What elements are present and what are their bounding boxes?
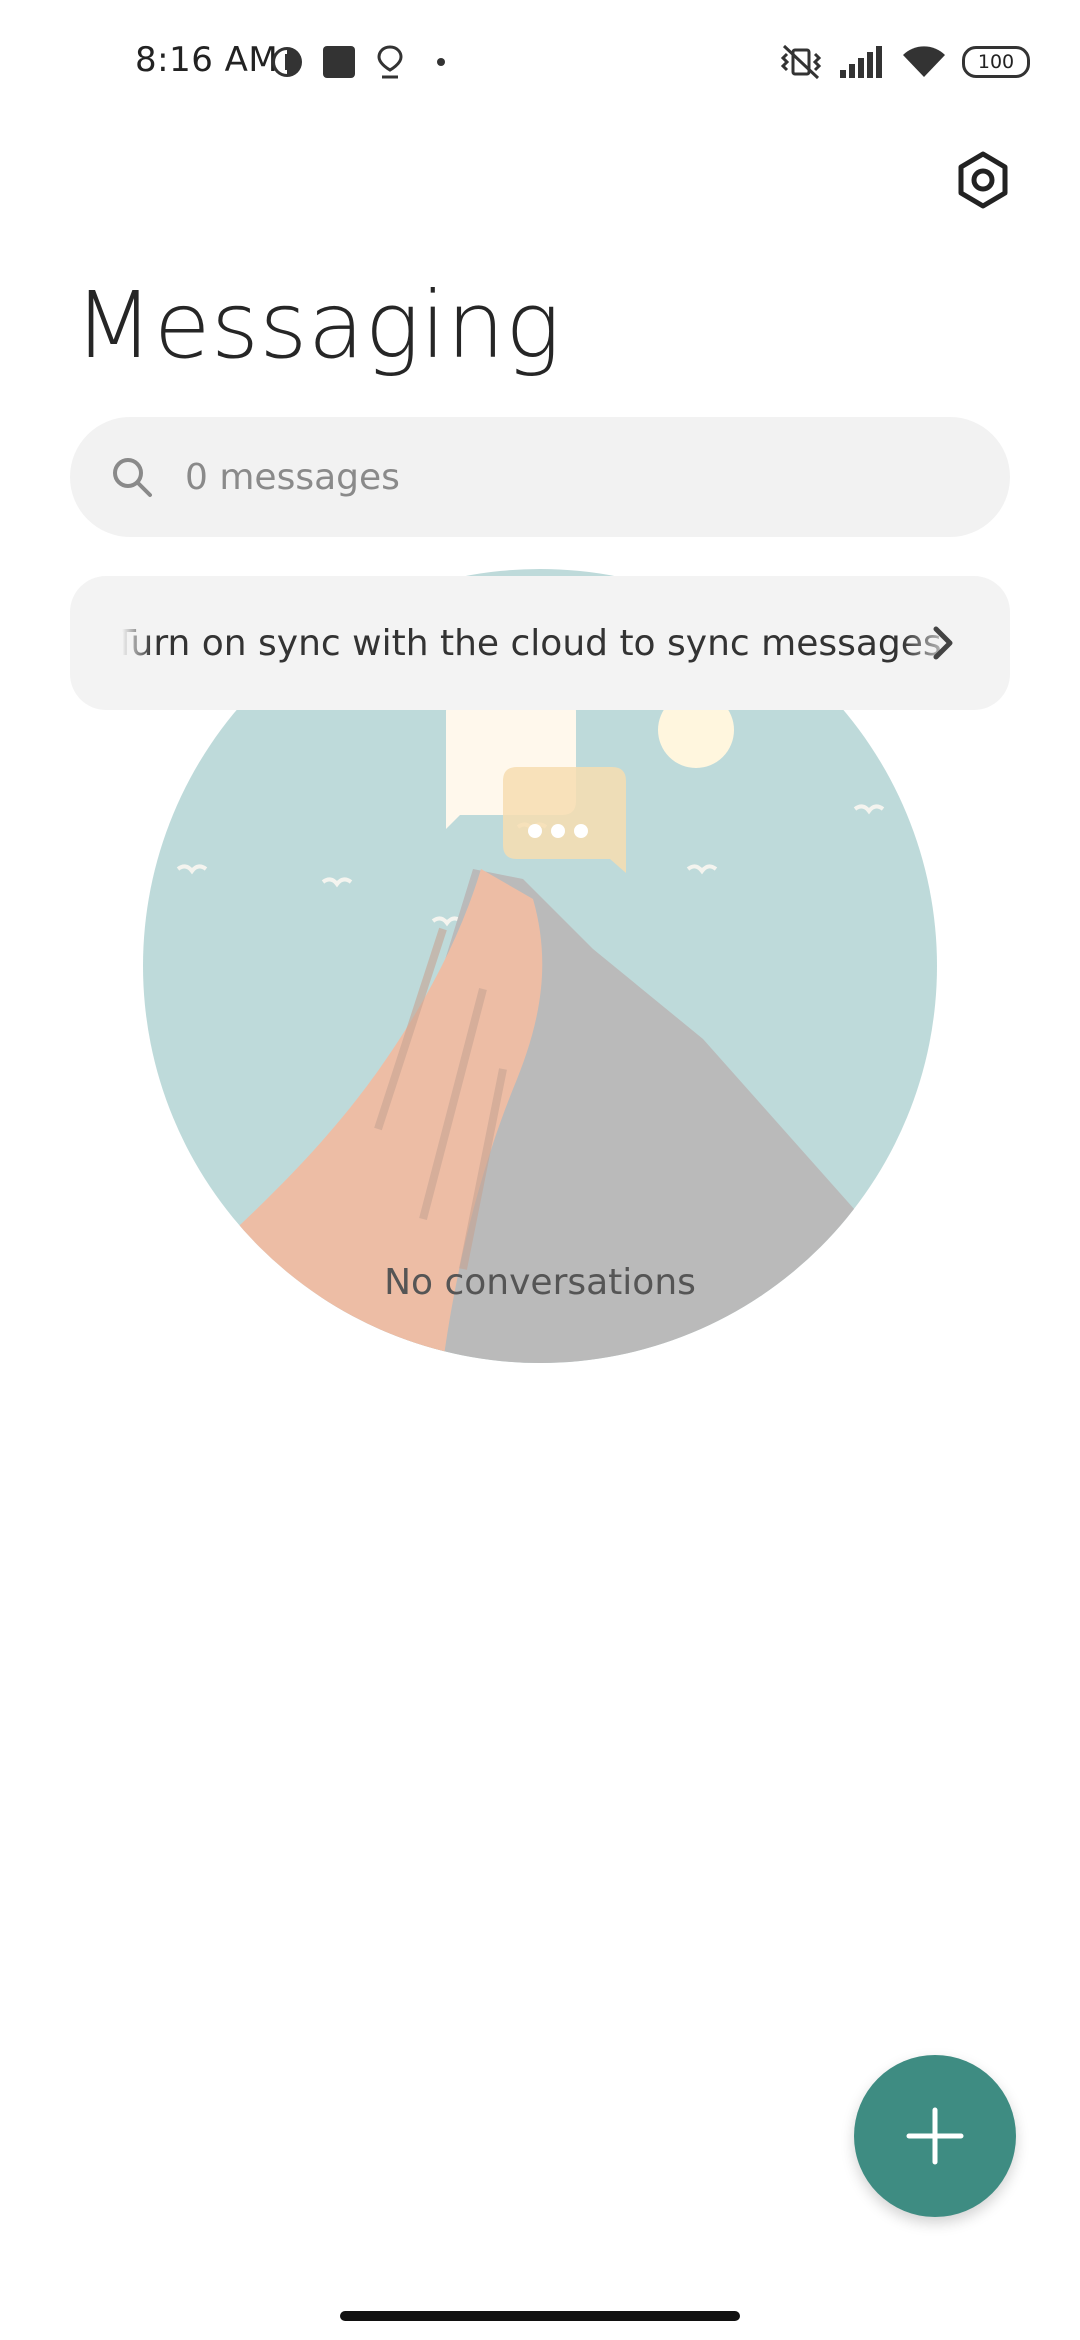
- sync-fade-left: [122, 576, 152, 710]
- wifi-icon: [903, 46, 945, 77]
- search-icon: [113, 458, 152, 497]
- battery-icon: 100: [962, 46, 1030, 78]
- search-placeholder: 0 messages: [185, 457, 400, 498]
- chevron-right-icon: [933, 626, 953, 660]
- new-conversation-button[interactable]: [854, 2055, 1016, 2217]
- search-input[interactable]: 0 messages: [70, 417, 1010, 537]
- settings-hexagon-icon: [958, 151, 1008, 209]
- status-bar: 8:16 AM 100: [0, 0, 1080, 120]
- status-left-icons: [270, 44, 458, 80]
- plus-icon: [906, 2107, 964, 2165]
- location-pin-icon: [377, 45, 403, 79]
- sync-banner-text: Turn on sync with the cloud to sync mess…: [122, 623, 942, 664]
- vibrate-off-icon: [780, 44, 822, 80]
- empty-state-label: No conversations: [384, 1262, 696, 1303]
- status-right-icons: 100: [778, 40, 1030, 84]
- sync-text-container: Turn on sync with the cloud to sync mess…: [122, 576, 960, 710]
- signal-icon: [840, 46, 882, 78]
- dot-icon: [437, 58, 445, 66]
- page-title: Messaging: [74, 272, 562, 379]
- square-icon: [323, 46, 355, 78]
- home-indicator[interactable]: [340, 2311, 740, 2321]
- sync-banner[interactable]: Turn on sync with the cloud to sync mess…: [70, 576, 1010, 710]
- status-time: 8:16 AM: [135, 40, 279, 80]
- data-saver-icon: [272, 47, 302, 77]
- settings-button[interactable]: [948, 145, 1018, 215]
